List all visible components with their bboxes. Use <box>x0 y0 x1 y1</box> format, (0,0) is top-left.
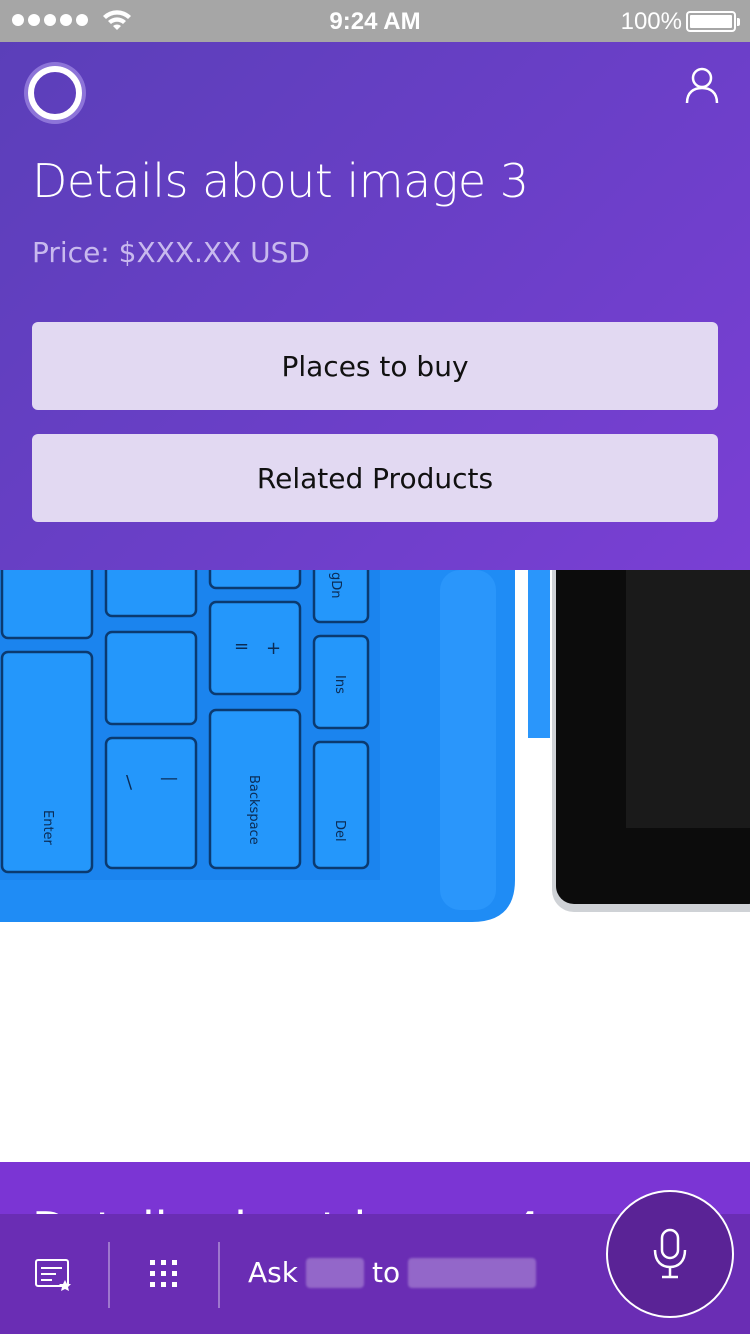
divider <box>218 1242 220 1308</box>
profile-icon[interactable] <box>684 66 720 104</box>
product-image: Enter Backspace Del Ins gDn = + \ — <box>0 570 750 930</box>
apps-grid-icon[interactable] <box>146 1256 182 1292</box>
svg-text:—: — <box>160 768 178 789</box>
svg-text:Ins: Ins <box>332 675 347 694</box>
details-card: Details about image 3 Price: $XXX.XX USD… <box>0 42 750 570</box>
battery-percentage: 100% <box>620 8 682 35</box>
ask-prompt[interactable]: Ask to <box>248 1256 537 1289</box>
redacted-text <box>305 1257 364 1288</box>
cortana-icon[interactable] <box>28 66 82 120</box>
redacted-text <box>408 1257 537 1288</box>
notebook-icon[interactable] <box>34 1256 74 1292</box>
svg-text:+: + <box>266 638 281 659</box>
svg-text:Backspace: Backspace <box>246 775 261 845</box>
svg-text:Del: Del <box>332 820 347 842</box>
status-bar: 9:24 AM 100% <box>0 0 750 42</box>
ask-prefix: Ask <box>248 1256 298 1289</box>
places-to-buy-button[interactable]: Places to buy <box>32 322 718 410</box>
battery-icon <box>686 11 740 32</box>
card-price: Price: $XXX.XX USD <box>32 236 310 269</box>
divider <box>108 1242 110 1308</box>
svg-text:=: = <box>234 636 249 657</box>
card-title: Details about image 3 <box>32 154 529 208</box>
svg-text:\: \ <box>126 772 133 793</box>
ask-middle: to <box>371 1256 401 1289</box>
related-products-button[interactable]: Related Products <box>32 434 718 522</box>
svg-text:Enter: Enter <box>40 810 55 846</box>
microphone-button[interactable] <box>606 1190 734 1318</box>
microphone-icon <box>653 1228 687 1279</box>
svg-text:gDn: gDn <box>328 572 343 599</box>
